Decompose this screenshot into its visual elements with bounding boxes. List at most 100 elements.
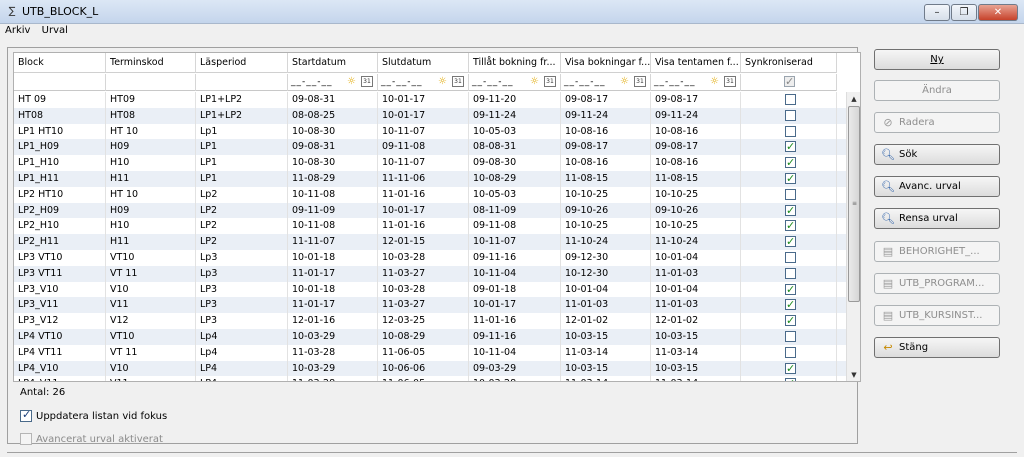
column-header-startdatum[interactable]: Startdatum	[288, 53, 378, 73]
synkroniserad-checkbox[interactable]	[785, 313, 796, 329]
table-cell: 10-05-03	[469, 186, 561, 203]
search-button[interactable]: 🔍︎ Sök	[874, 144, 1000, 165]
today-icon[interactable]: ☼	[437, 76, 448, 87]
table-cell: HT09	[106, 92, 196, 108]
table-cell: 09-11-16	[469, 328, 561, 345]
scroll-up-arrow-icon[interactable]: ▲	[847, 92, 860, 106]
table-cell: 12-01-02	[561, 313, 651, 329]
filter-block[interactable]	[14, 74, 106, 91]
filter-terminskod[interactable]	[106, 74, 196, 91]
update-on-focus-checkbox[interactable]	[20, 408, 32, 422]
table-row[interactable]: LP3_V12 V12 LP3 12-01-16 12-03-25 11-01-16 12-…	[14, 313, 847, 329]
menu-arkiv[interactable]: Arkiv	[0, 24, 33, 36]
column-header-slutdatum[interactable]: Slutdatum	[378, 53, 469, 73]
table-cell: 09-08-17	[651, 139, 741, 156]
vertical-scrollbar[interactable]: ▲ ≡ ▼	[846, 92, 860, 381]
filter-visa-tentamen[interactable]: __-__-__ ☼ 31	[651, 74, 741, 91]
clear-filter-button[interactable]: 🔍︎ Rensa urval	[874, 208, 1000, 229]
minimize-button[interactable]: –	[924, 4, 950, 21]
table-row[interactable]: LP4 VT11 VT 11 Lp4 11-03-28 11-06-05 10-11-04…	[14, 344, 847, 361]
table-row[interactable]: LP2_H11 H11 LP2 11-11-07 12-01-15 10-11-07 11-…	[14, 234, 847, 250]
table-cell: 11-03-14	[651, 344, 741, 361]
option-update-on-focus[interactable]: Uppdatera listan vid fokus	[20, 408, 167, 422]
table-cell: 08-08-25	[288, 107, 378, 124]
calendar-icon[interactable]: 31	[724, 76, 736, 87]
restore-button[interactable]: ❐	[951, 4, 977, 21]
today-icon[interactable]: ☼	[619, 76, 630, 87]
list-panel: Block Terminskod Läsperiod Startdatum Sl…	[7, 47, 861, 445]
table-cell: 11-03-14	[651, 376, 741, 381]
synkroniserad-checkbox[interactable]	[785, 188, 796, 200]
table-cell: 09-11-24	[651, 107, 741, 124]
synkroniserad-checkbox[interactable]	[785, 346, 796, 358]
synkroniserad-checkbox[interactable]	[785, 139, 796, 155]
synkroniserad-checkbox[interactable]	[785, 234, 796, 250]
magnifier-icon: 🔍︎	[881, 147, 895, 161]
table-row[interactable]: LP4_V11V11LP411-03-2811-06-0510-03-2811-…	[14, 376, 847, 381]
filter-slutdatum[interactable]: __-__-__ ☼ 31	[378, 74, 469, 91]
table-row[interactable]: LP2_H09 H09 LP2 09-11-09 10-01-17 08-11-09 09-…	[14, 202, 847, 219]
table-row[interactable]: LP4_V10 V10 LP4 10-03-29 10-06-06 09-03-29 10-…	[14, 360, 847, 377]
synkroniserad-checkbox[interactable]	[785, 218, 796, 234]
synkroniserad-checkbox[interactable]	[785, 109, 796, 121]
scroll-down-arrow-icon[interactable]: ▼	[847, 368, 860, 381]
synkroniserad-checkbox[interactable]	[785, 125, 796, 137]
column-header-lasperiod[interactable]: Läsperiod	[196, 53, 288, 73]
menu-urval[interactable]: Urval	[37, 24, 71, 36]
client-area: Block Terminskod Läsperiod Startdatum Sl…	[0, 40, 1024, 457]
synkroniserad-checkbox[interactable]	[785, 330, 796, 342]
today-icon[interactable]: ☼	[346, 76, 357, 87]
synkroniserad-checkbox[interactable]	[785, 155, 796, 171]
clear-filter-button-label: Rensa urval	[899, 213, 958, 224]
synkroniserad-checkbox[interactable]	[785, 251, 796, 263]
column-header-visa-tentamen[interactable]: Visa tentamen f...	[651, 53, 741, 73]
calendar-icon[interactable]: 31	[544, 76, 556, 87]
synkroniserad-checkbox[interactable]	[785, 94, 796, 105]
table-row[interactable]: LP3 VT11 VT 11 Lp3 11-01-17 11-03-27 10-11-04…	[14, 265, 847, 282]
column-header-visa-bokningar[interactable]: Visa bokningar f...	[561, 53, 651, 73]
today-icon[interactable]: ☼	[709, 76, 720, 87]
table-row[interactable]: LP1_H09 H09 LP1 09-08-31 09-11-08 08-08-31 09-…	[14, 139, 847, 156]
column-header-tillat-bokning[interactable]: Tillåt bokning fr...	[469, 53, 561, 73]
table-row[interactable]: LP3 VT10 VT10 Lp3 10-01-18 10-03-28 09-11-16 0…	[14, 249, 847, 266]
close-button[interactable]: ↩ Stäng	[874, 337, 1000, 358]
calendar-icon[interactable]: 31	[361, 76, 373, 87]
column-header-synkroniserad[interactable]: Synkroniserad	[741, 53, 837, 73]
table-row[interactable]: LP4 VT10 VT10 Lp4 10-03-29 10-08-29 09-11-16 1…	[14, 328, 847, 345]
table-cell: 10-03-15	[561, 360, 651, 377]
scroll-thumb[interactable]: ≡	[848, 106, 860, 302]
today-icon[interactable]: ☼	[529, 76, 540, 87]
filter-startdatum[interactable]: __-__-__ ☼ 31	[288, 74, 378, 91]
table-row[interactable]: LP1_H10 H10 LP1 10-08-30 10-11-07 09-08-30 10-…	[14, 155, 847, 171]
table-row[interactable]: LP2 HT10 HT 10 Lp2 10-11-08 11-01-16 10-05-03…	[14, 186, 847, 203]
synkroniserad-checkbox[interactable]	[785, 297, 796, 313]
filter-visa-bokningar[interactable]: __-__-__ ☼ 31	[561, 74, 651, 91]
column-header-terminskod[interactable]: Terminskod	[106, 53, 196, 73]
table-cell: 11-10-24	[651, 234, 741, 250]
synkroniserad-checkbox[interactable]	[785, 267, 796, 279]
synkroniserad-checkbox[interactable]	[785, 171, 796, 187]
synkroniserad-checkbox[interactable]	[785, 361, 796, 376]
table-row[interactable]: LP1 HT10 HT 10 Lp1 10-08-30 10-11-07 10-05-03…	[14, 123, 847, 140]
filter-checkbox[interactable]	[784, 74, 795, 90]
new-button[interactable]: Ny	[874, 49, 1000, 70]
column-header-block[interactable]: Block	[14, 53, 106, 73]
table-row[interactable]: HT08 HT08 LP1+LP2 08-08-25 10-01-17 09-11-24 0…	[14, 107, 847, 124]
calendar-icon[interactable]: 31	[634, 76, 646, 87]
advanced-filter-button[interactable]: 🔍︎ Avanc. urval	[874, 176, 1000, 197]
calendar-icon[interactable]: 31	[452, 76, 464, 87]
bottom-divider	[7, 452, 1017, 457]
filter-lasperiod[interactable]	[196, 74, 288, 91]
table-row[interactable]: LP3_V10 V10 LP3 10-01-18 10-03-28 09-01-18 10-…	[14, 281, 847, 298]
synkroniserad-checkbox[interactable]	[785, 282, 796, 297]
table-row[interactable]: HT 09 HT09 LP1+LP2 09-08-31 10-01-17 09-11-20…	[14, 92, 847, 108]
filter-synkroniserad[interactable]	[741, 74, 837, 91]
synkroniserad-checkbox[interactable]	[785, 376, 796, 381]
table-cell: 11-06-05	[378, 376, 469, 381]
table-row[interactable]: LP2_H10 H10 LP2 10-11-08 11-01-16 09-11-08 10-…	[14, 218, 847, 235]
table-row[interactable]: LP3_V11 V11 LP3 11-01-17 11-03-27 10-01-17 11-…	[14, 297, 847, 314]
synkroniserad-checkbox[interactable]	[785, 203, 796, 218]
close-window-button[interactable]: ✕	[978, 4, 1018, 21]
table-row[interactable]: LP1_H11 H11 LP1 11-08-29 11-11-06 10-08-29 11-…	[14, 170, 847, 187]
filter-tillat-bokning[interactable]: __-__-__ ☼ 31	[469, 74, 561, 91]
